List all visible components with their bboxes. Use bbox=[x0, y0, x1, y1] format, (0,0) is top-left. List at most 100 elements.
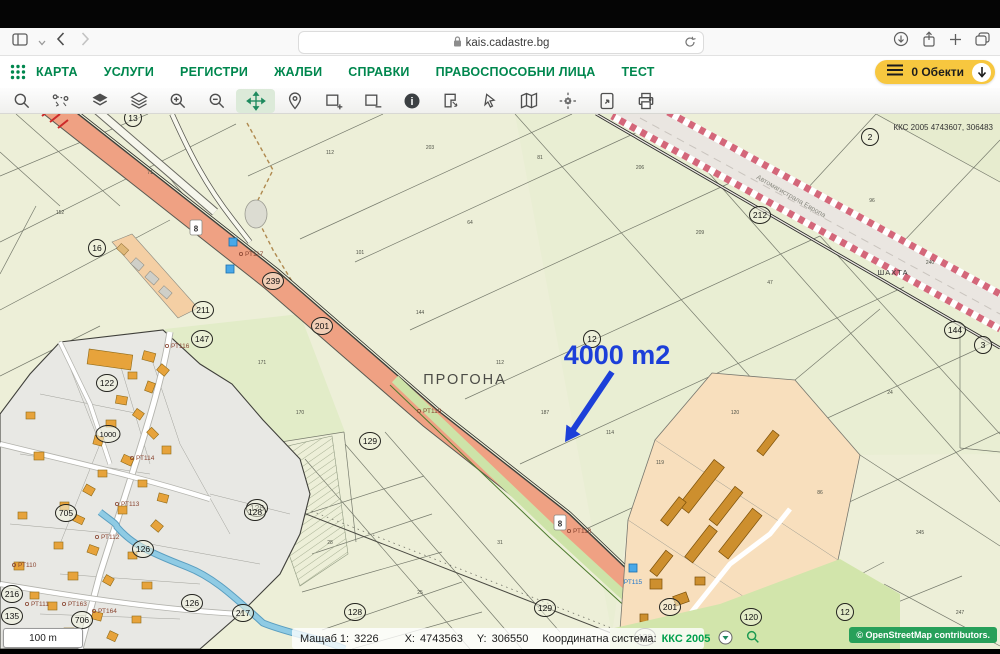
menu-item-karta[interactable]: КАРТА bbox=[36, 65, 78, 79]
svg-text:112: 112 bbox=[496, 360, 504, 366]
svg-text:86: 86 bbox=[817, 490, 823, 496]
tool-pan[interactable] bbox=[236, 88, 275, 113]
svg-text:13: 13 bbox=[128, 114, 138, 123]
svg-text:101: 101 bbox=[356, 250, 365, 256]
menu-item-uslugi[interactable]: УСЛУГИ bbox=[104, 65, 154, 79]
crs-value[interactable]: ККС 2005 bbox=[662, 633, 711, 645]
map-canvas[interactable]: 112 203 81 64 206 209 96 240 101 144 112 187 114 119 1… bbox=[0, 93, 1000, 654]
browser-toolbar: kais.cadastre.bg bbox=[0, 28, 1000, 56]
y-label: Y: bbox=[476, 632, 487, 645]
tool-info[interactable]: i bbox=[392, 89, 431, 113]
scale-value: 3226 bbox=[354, 632, 379, 645]
svg-text:122: 122 bbox=[100, 378, 114, 388]
menu-item-zhalbi[interactable]: ЖАЛБИ bbox=[274, 65, 322, 79]
objects-button[interactable]: 0 Обекти bbox=[875, 60, 995, 84]
svg-text:203: 203 bbox=[426, 145, 435, 151]
svg-text:28: 28 bbox=[327, 540, 333, 546]
svg-text:8: 8 bbox=[194, 225, 199, 234]
svg-text:212: 212 bbox=[753, 210, 767, 220]
svg-text:247: 247 bbox=[956, 610, 965, 616]
forward-button[interactable] bbox=[81, 32, 90, 51]
svg-text:71: 71 bbox=[147, 170, 153, 176]
pond bbox=[244, 199, 268, 229]
tool-select-rect-subtract[interactable] bbox=[353, 89, 392, 113]
corner-coordinates-label: ККС 2005 4743607, 306483 bbox=[893, 123, 993, 132]
tool-map-sheets[interactable] bbox=[509, 89, 548, 113]
tool-layers-solid[interactable] bbox=[80, 89, 119, 113]
svg-text:25: 25 bbox=[417, 590, 423, 596]
svg-text:РТ113: РТ113 bbox=[121, 501, 140, 508]
svg-text:РТ117: РТ117 bbox=[245, 251, 264, 258]
scale-label: Мащаб 1: bbox=[300, 632, 350, 645]
place-label: ПРОГОНА bbox=[423, 372, 507, 388]
reload-icon[interactable] bbox=[684, 36, 696, 51]
tool-select-pointer[interactable] bbox=[470, 89, 509, 113]
svg-text:128: 128 bbox=[248, 507, 262, 517]
apps-grid-icon[interactable] bbox=[10, 64, 26, 80]
tool-search[interactable] bbox=[2, 89, 41, 113]
tool-export-page[interactable] bbox=[587, 89, 626, 113]
svg-text:135: 135 bbox=[5, 611, 19, 621]
tool-zoom-out[interactable] bbox=[197, 89, 236, 113]
site-menu-bar: КАРТА УСЛУГИ РЕГИСТРИ ЖАЛБИ СПРАВКИ ПРАВ… bbox=[0, 56, 1000, 88]
annotation-area-label: 4000 m2 bbox=[564, 340, 671, 370]
address-bar[interactable]: kais.cadastre.bg bbox=[298, 31, 704, 54]
tool-print[interactable] bbox=[626, 89, 665, 113]
tabs-overview-icon[interactable] bbox=[975, 32, 990, 51]
new-tab-icon[interactable] bbox=[949, 33, 962, 51]
tool-select-shape[interactable] bbox=[431, 89, 470, 113]
svg-text:239: 239 bbox=[266, 276, 280, 286]
osm-attribution-text: © OpenStreetMap contributors. bbox=[856, 630, 990, 640]
tool-coordinates-crosshair[interactable] bbox=[548, 89, 587, 113]
svg-text:РТ163: РТ163 bbox=[68, 601, 87, 608]
share-icon[interactable] bbox=[922, 31, 936, 52]
svg-text:81: 81 bbox=[537, 155, 543, 161]
svg-text:706: 706 bbox=[75, 615, 89, 625]
svg-text:126: 126 bbox=[185, 598, 199, 608]
svg-text:211: 211 bbox=[196, 305, 210, 315]
osm-attribution[interactable]: © OpenStreetMap contributors. bbox=[849, 627, 997, 643]
tool-location-pin[interactable] bbox=[275, 89, 314, 113]
svg-text:РТ112: РТ112 bbox=[101, 534, 120, 541]
svg-text:120: 120 bbox=[731, 410, 740, 416]
menu-item-spravki[interactable]: СПРАВКИ bbox=[348, 65, 409, 79]
svg-text:209: 209 bbox=[696, 230, 705, 236]
svg-text:РТ115: РТ115 bbox=[624, 579, 643, 586]
back-button[interactable] bbox=[56, 32, 65, 51]
svg-text:РТ118: РТ118 bbox=[573, 528, 592, 535]
svg-text:128: 128 bbox=[348, 607, 362, 617]
svg-text:240: 240 bbox=[926, 260, 935, 266]
menu-item-registri[interactable]: РЕГИСТРИ bbox=[180, 65, 248, 79]
crs-label: Координатна система: bbox=[542, 632, 657, 645]
svg-text:3: 3 bbox=[981, 340, 986, 350]
objects-count-label: 0 Обекти bbox=[911, 65, 964, 79]
svg-text:129: 129 bbox=[538, 603, 552, 613]
svg-text:170: 170 bbox=[296, 410, 305, 416]
svg-text:144: 144 bbox=[416, 310, 425, 316]
svg-text:2: 2 bbox=[868, 132, 873, 142]
menu-item-test[interactable]: ТЕСТ bbox=[621, 65, 654, 79]
tool-measure-route[interactable] bbox=[41, 89, 80, 113]
svg-text:12: 12 bbox=[840, 607, 850, 617]
crs-dropdown-icon[interactable] bbox=[718, 630, 733, 648]
chevron-down-icon[interactable] bbox=[38, 33, 46, 51]
objects-expand-icon[interactable] bbox=[972, 62, 991, 82]
svg-text:РТ119: РТ119 bbox=[423, 408, 442, 415]
svg-text:РТ116: РТ116 bbox=[171, 343, 190, 350]
tool-select-rect-add[interactable] bbox=[314, 89, 353, 113]
svg-text:96: 96 bbox=[869, 198, 875, 204]
status-search-icon[interactable] bbox=[745, 629, 761, 648]
sidebar-toggle-icon[interactable] bbox=[12, 32, 28, 51]
menu-item-pravosposobni-lica[interactable]: ПРАВОСПОСОБНИ ЛИЦА bbox=[436, 65, 596, 79]
svg-text:24: 24 bbox=[887, 390, 893, 396]
scalebar-label: 100 m bbox=[29, 632, 57, 644]
svg-text:217: 217 bbox=[236, 608, 250, 618]
lock-icon bbox=[453, 35, 462, 50]
svg-text:345: 345 bbox=[916, 530, 925, 536]
downloads-icon[interactable] bbox=[893, 31, 909, 52]
x-label: X: bbox=[404, 632, 415, 645]
url-text: kais.cadastre.bg bbox=[465, 36, 550, 49]
x-value: 4743563 bbox=[420, 632, 463, 645]
tool-zoom-in[interactable] bbox=[158, 89, 197, 113]
tool-layers-outline[interactable] bbox=[119, 89, 158, 113]
